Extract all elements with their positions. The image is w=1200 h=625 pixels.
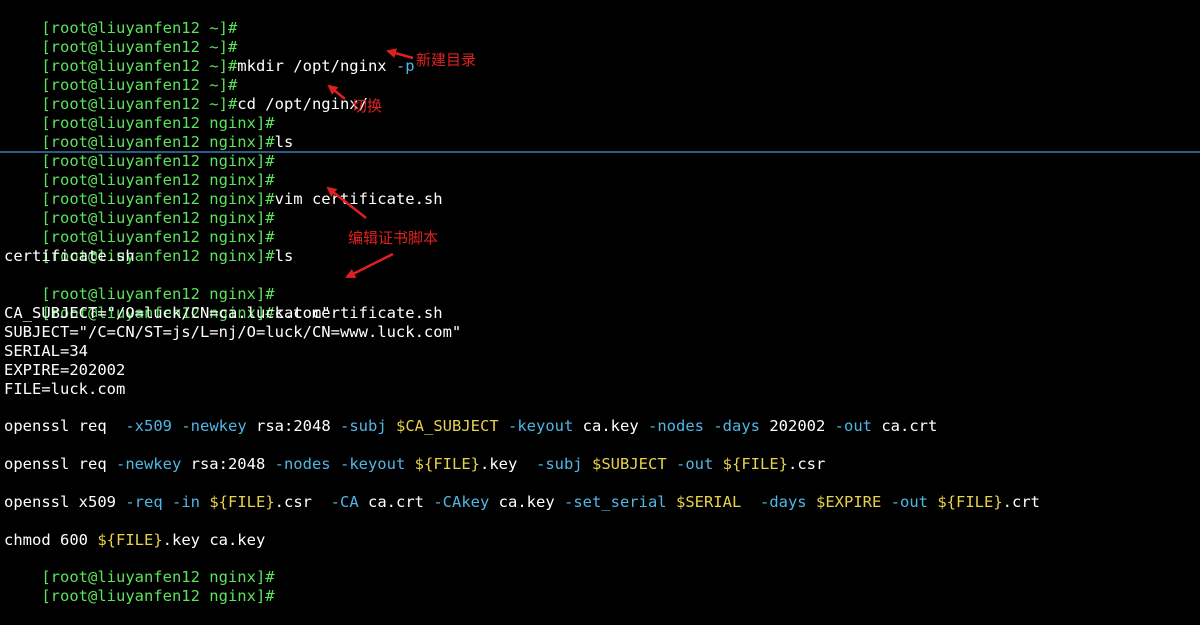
file-line: SERIAL=34	[4, 342, 88, 360]
command-text: ca.crt	[872, 417, 938, 435]
command-flag: -nodes	[274, 455, 331, 473]
file-line-openssl-req: openssl req -newkey rsa:2048 -nodes -key…	[4, 455, 825, 474]
command-text	[667, 493, 676, 511]
terminal-line: [root@liuyanfen12 nginx]#ls	[4, 228, 293, 265]
command-text: ls	[274, 247, 294, 265]
command-text	[499, 417, 508, 435]
command-text	[741, 493, 760, 511]
command-flag: -p	[395, 57, 415, 75]
command-flag: -x509	[125, 417, 172, 435]
command-text: .key ca.key	[162, 531, 266, 549]
command-text: rsa:2048	[246, 417, 340, 435]
command-text: .csr	[788, 455, 826, 473]
command-flag: -in	[172, 493, 200, 511]
shell-variable: ${FILE}	[722, 455, 788, 473]
terminal-line: [root@liuyanfen12 ~]#	[4, 19, 237, 56]
command-text: ca.key	[573, 417, 648, 435]
file-line-openssl-x509: openssl x509 -req -in ${FILE}.csr -CA ca…	[4, 493, 1040, 512]
command-flag: -newkey	[115, 455, 182, 473]
command-text: mkdir /opt/nginx	[237, 57, 396, 75]
command-text	[713, 455, 722, 473]
command-flag: -CAkey	[433, 493, 490, 511]
command-flag: -out	[890, 493, 928, 511]
shell-variable: ${FILE}	[414, 455, 480, 473]
command-text: 202002	[760, 417, 835, 435]
command-text: .csr	[274, 493, 331, 511]
shell-variable: $CA_SUBJECT	[396, 417, 499, 435]
command-text: ca.key	[489, 493, 564, 511]
command-flag: -out	[834, 417, 872, 435]
file-line: CA_SUBJECT="/O=luck/CN=ca.luck.com"	[4, 304, 331, 322]
terminal-line: [root@liuyanfen12 nginx]#vim certificate…	[4, 171, 442, 208]
shell-variable: $SUBJECT	[592, 455, 667, 473]
annotation-new-dir: 新建目录	[416, 51, 477, 69]
command-flag: -keyout	[508, 417, 574, 435]
shell-variable: ${FILE}	[937, 493, 1003, 511]
command-text	[704, 417, 713, 435]
command-text: openssl req	[4, 455, 116, 473]
file-line: FILE=luck.com	[4, 380, 126, 398]
terminal-line: [root@liuyanfen12 ~]#mkdir /opt/nginx -p	[4, 38, 414, 75]
terminal-line: [root@liuyanfen12 nginx]#ls	[4, 114, 293, 151]
shell-variable: ${FILE}	[97, 531, 163, 549]
shell-prompt: [root@liuyanfen12 nginx]#	[41, 587, 275, 605]
command-text: .key	[479, 455, 536, 473]
shell-variable: ${FILE}	[209, 493, 275, 511]
command-text	[667, 455, 676, 473]
command-flag: -nodes	[648, 417, 704, 435]
command-text	[163, 493, 172, 511]
command-output: certificate.sh	[4, 247, 135, 265]
command-flag: -CA	[330, 493, 359, 511]
shell-variable: $EXPIRE	[816, 493, 882, 511]
command-text	[387, 417, 396, 435]
command-flag: -keyout	[339, 455, 406, 473]
terminal-line: [root@liuyanfen12 ~]#	[4, 0, 237, 37]
pane-separator	[0, 151, 1200, 153]
annotation-edit-script: 编辑证书脚本	[348, 229, 439, 247]
terminal-line: [root@liuyanfen12 nginx]#	[4, 95, 274, 132]
file-line-openssl-ca: openssl req -x509 -newkey rsa:2048 -subj…	[4, 417, 937, 436]
command-text: rsa:2048	[181, 455, 275, 473]
annotation-switch: 切换	[352, 97, 383, 115]
command-flag: -set_serial	[563, 493, 667, 511]
terminal-line: [root@liuyanfen12 ~]#cd /opt/nginx/	[4, 76, 368, 113]
command-flag: -out	[676, 455, 714, 473]
command-flag: -req	[125, 493, 163, 511]
file-line-chmod: chmod 600 ${FILE}.key ca.key	[4, 531, 265, 550]
file-line: SUBJECT="/C=CN/ST=js/L=nj/O=luck/CN=www.…	[4, 323, 462, 341]
command-text	[172, 417, 181, 435]
command-text: ca.crt	[358, 493, 434, 511]
terminal-line: [root@liuyanfen12 nginx]#	[4, 152, 274, 189]
terminal-line: [root@liuyanfen12 ~]#	[4, 57, 237, 94]
command-text: vim certificate.sh	[274, 190, 443, 208]
command-text: openssl req	[4, 417, 126, 435]
command-text: chmod 600	[4, 531, 98, 549]
terminal-line: [root@liuyanfen12 nginx]#	[4, 190, 274, 227]
terminal-line: [root@liuyanfen12 nginx]#	[4, 209, 274, 246]
command-flag: -days	[759, 493, 807, 511]
terminal-line: [root@liuyanfen12 nginx]#cat certificate…	[4, 285, 442, 322]
command-flag: -newkey	[181, 417, 247, 435]
terminal-line: [root@liuyanfen12 nginx]#	[4, 549, 274, 586]
command-text	[807, 493, 816, 511]
command-text	[405, 455, 414, 473]
terminal-line: [root@liuyanfen12 nginx]#	[4, 266, 274, 303]
shell-variable: $SERIAL	[675, 493, 742, 511]
command-flag: -subj	[535, 455, 583, 473]
command-text	[331, 455, 340, 473]
terminal-line: [root@liuyanfen12 nginx]#	[4, 568, 274, 605]
command-text	[881, 493, 890, 511]
command-text	[583, 455, 592, 473]
command-text	[928, 493, 937, 511]
command-text	[200, 493, 209, 511]
file-line: EXPIRE=202002	[4, 361, 126, 379]
command-text: ls	[274, 133, 294, 151]
command-flag: -subj	[340, 417, 387, 435]
terminal-window[interactable]: [root@liuyanfen12 ~]# [root@liuyanfen12 …	[4, 0, 1200, 605]
command-text: openssl x509	[4, 493, 126, 511]
terminal-line: [root@liuyanfen12 nginx]#	[4, 133, 274, 170]
command-text: .crt	[1002, 493, 1040, 511]
command-flag: -days	[713, 417, 761, 435]
